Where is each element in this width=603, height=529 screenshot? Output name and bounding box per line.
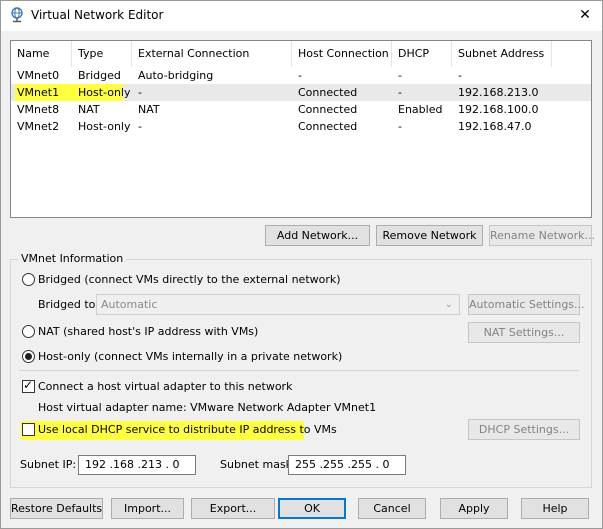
cell-name: VMnet2 [17,120,60,133]
import-button[interactable]: Import... [111,498,184,519]
column-header-host-connection[interactable]: Host Connection [292,41,392,67]
connect-adapter-label[interactable]: Connect a host virtual adapter to this n… [38,380,292,393]
add-network-button[interactable]: Add Network... [265,225,370,246]
cell-external-connection: Auto-bridging [138,69,214,82]
table-row-vmnet8[interactable]: VMnet8 NAT NAT Connected Enabled 192.168… [11,101,551,118]
cell-subnet-address: 192.168.100.0 [458,103,539,116]
automatic-settings-button[interactable]: Automatic Settings... [468,294,585,315]
title-bar: Virtual Network Editor ✕ [0,0,603,31]
dhcp-label[interactable]: Use local DHCP service to distribute IP … [38,423,337,436]
vmnet-information-label: VMnet Information [18,252,127,265]
dhcp-settings-button[interactable]: DHCP Settings... [468,419,580,440]
ok-button[interactable]: OK [278,498,346,519]
window-title: Virtual Network Editor [31,8,164,22]
bridged-to-value: Automatic [101,298,158,311]
nat-radio[interactable] [22,325,35,338]
export-button[interactable]: Export... [191,498,275,519]
cell-type: NAT [78,103,100,116]
close-icon[interactable]: ✕ [570,4,600,26]
dhcp-checkbox[interactable] [22,423,35,436]
help-button[interactable]: Help [521,498,589,519]
cell-dhcp: - [398,69,402,82]
cell-subnet-address: 192.168.213.0 [458,86,539,99]
connect-adapter-checkbox[interactable]: ✓ [22,378,35,393]
table-row-vmnet1[interactable]: VMnet1 Host-only - Connected - 192.168.2… [11,84,591,101]
subnet-ip-input[interactable]: 192 .168 .213 . 0 [78,455,196,475]
cell-host-connection: - [298,69,302,82]
apply-button[interactable]: Apply [440,498,508,519]
cell-host-connection: Connected [298,103,358,116]
column-header-subnet-address[interactable]: Subnet Address [452,41,552,67]
subnet-mask-input[interactable]: 255 .255 .255 . 0 [288,455,406,475]
cell-type: Host-only [78,120,131,133]
table-row-vmnet0[interactable]: VMnet0 Bridged Auto-bridging - - - [11,67,551,84]
cell-subnet-address: - [458,69,462,82]
column-header-type[interactable]: Type [72,41,132,67]
restore-defaults-button[interactable]: Restore Defaults [10,498,103,519]
column-header-external-connection[interactable]: External Connection [132,41,292,67]
cell-host-connection: Connected [298,86,358,99]
bridged-to-label: Bridged to: [38,298,100,311]
cell-external-connection: NAT [138,103,160,116]
cell-host-connection: Connected [298,120,358,133]
cell-type: Host-only [78,86,131,99]
table-row-vmnet2[interactable]: VMnet2 Host-only - Connected - 192.168.4… [11,118,551,135]
bridged-radio[interactable] [22,273,35,286]
subnet-ip-label: Subnet IP: [20,458,77,471]
cell-name: VMnet0 [17,69,60,82]
checkmark-icon: ✓ [23,378,34,392]
cell-dhcp: Enabled [398,103,443,116]
cell-external-connection: - [138,120,142,133]
nat-radio-label[interactable]: NAT (shared host's IP address with VMs) [38,325,258,338]
cancel-button[interactable]: Cancel [358,498,426,519]
cell-name: VMnet8 [17,103,60,116]
cell-subnet-address: 192.168.47.0 [458,120,532,133]
adapter-name-text: Host virtual adapter name: VMware Networ… [38,401,377,414]
rename-network-button[interactable]: Rename Network... [489,225,595,246]
host-only-radio[interactable] [22,350,35,363]
chevron-down-icon: ⌄ [444,299,453,310]
bridged-to-select[interactable]: Automatic ⌄ [96,294,460,315]
column-header-dhcp[interactable]: DHCP [392,41,452,67]
cell-type: Bridged [78,69,121,82]
bridged-radio-label[interactable]: Bridged (connect VMs directly to the ext… [38,273,341,286]
host-only-radio-label[interactable]: Host-only (connect VMs internally in a p… [38,350,342,363]
subnet-mask-label: Subnet mask: [220,458,296,471]
column-header-name[interactable]: Name [11,41,72,67]
cell-name: VMnet1 [17,86,60,99]
network-list[interactable]: Name Type External Connection Host Conne… [10,40,592,218]
cell-external-connection: - [138,86,142,99]
network-globe-icon [11,7,23,23]
nat-settings-button[interactable]: NAT Settings... [468,322,580,343]
remove-network-button[interactable]: Remove Network [376,225,483,246]
cell-dhcp: - [398,86,402,99]
cell-dhcp: - [398,120,402,133]
divider [19,370,579,371]
